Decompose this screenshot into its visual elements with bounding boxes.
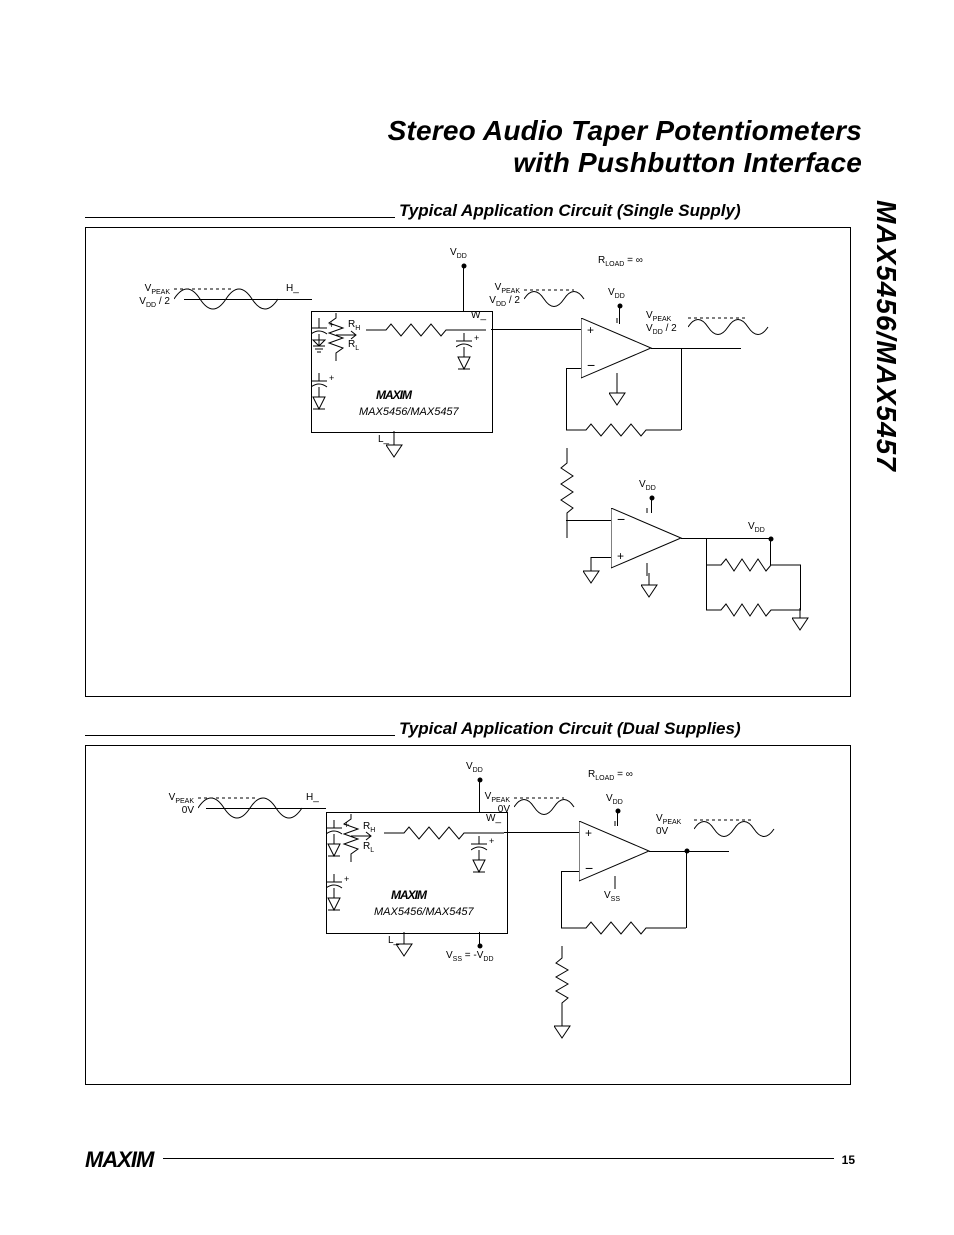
section1-heading-text: Typical Application Circuit (Single Supp… [399, 201, 741, 221]
section2-heading-text: Typical Application Circuit (Dual Suppli… [399, 719, 741, 739]
svg-text:+: + [489, 836, 494, 846]
ground-icon [609, 383, 629, 407]
title-line1: Stereo Audio Taper Potentiometers [388, 115, 862, 146]
section2-header: Typical Application Circuit (Dual Suppli… [85, 719, 880, 739]
svg-text:−: − [585, 860, 593, 876]
svg-text:+: + [587, 323, 594, 337]
part-number-sidebar: MAX5456/MAX5457 [870, 200, 902, 472]
page-number: 15 [842, 1153, 855, 1167]
svg-text:+: + [329, 373, 334, 383]
svg-text:−: − [587, 357, 595, 373]
polar-cap-icon: + [311, 318, 341, 378]
svg-text:+: + [329, 320, 334, 330]
maxim-logo: MAXIM [85, 1147, 153, 1173]
single-supply-circuit-diagram: VDD RLOAD = ∞ VPEAK VDD / 2 H_ MAXIM MAX… [85, 227, 851, 697]
svg-text:+: + [344, 820, 349, 830]
svg-text:+: + [617, 549, 624, 563]
opamp-icon: − + [611, 508, 701, 578]
page-title: Stereo Audio Taper Potentiometers with P… [85, 115, 862, 179]
ground-icon [386, 431, 406, 461]
svg-text:−: − [617, 511, 625, 527]
section1-header: Typical Application Circuit (Single Supp… [85, 201, 880, 221]
svg-text:+: + [585, 826, 592, 840]
page-footer: MAXIM 15 [85, 1147, 855, 1173]
ground-icon [583, 557, 603, 587]
dual-supply-circuit-diagram: VDD RLOAD = ∞ VPEAK 0V H_ MAXIM MAX5456/… [85, 745, 851, 1085]
svg-text:+: + [344, 874, 349, 884]
title-line2: with Pushbutton Interface [513, 147, 862, 178]
svg-text:+: + [474, 333, 479, 343]
